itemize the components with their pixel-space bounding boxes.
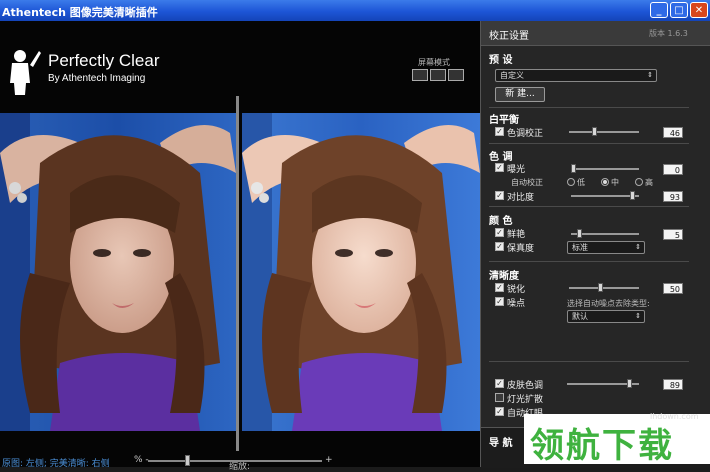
tint-value[interactable]: 46	[663, 127, 683, 138]
sharpen-value[interactable]: 50	[663, 283, 683, 294]
noise-select[interactable]: 默认 ⇕	[567, 310, 645, 323]
status-text: 原图: 左侧; 完美清晰: 右侧	[2, 459, 110, 469]
contrast-label: 对比度	[507, 193, 535, 203]
chevron-updown-icon: ⇕	[635, 243, 641, 251]
vibrancy-label: 鲜艳	[507, 230, 526, 240]
fidelity-checkbox[interactable]: ✓	[495, 242, 504, 251]
tint-checkbox[interactable]: ✓	[495, 127, 504, 136]
brand-name: Perfectly Clear	[48, 51, 160, 70]
maximize-button[interactable]: □	[670, 2, 688, 18]
white-balance-title: 白平衡	[489, 115, 519, 126]
color-title: 颜 色	[489, 216, 513, 227]
noise-checkbox[interactable]: ✓	[495, 297, 504, 306]
divider	[489, 206, 689, 207]
panel-title: 校正设置	[489, 31, 529, 42]
radio-mid-label: 中	[611, 178, 619, 187]
divider	[489, 107, 689, 108]
close-button[interactable]: ✕	[690, 2, 708, 18]
chevron-updown-icon: ⇕	[635, 312, 641, 320]
fidelity-select[interactable]: 标准 ⇕	[567, 241, 645, 254]
skin-tone-checkbox[interactable]: ✓	[495, 379, 504, 388]
vibrancy-value[interactable]: 5	[663, 229, 683, 240]
window-titlebar: Athentech 图像完美清晰插件 _ □ ✕	[0, 0, 710, 21]
vibrancy-slider-thumb[interactable]	[577, 229, 583, 238]
split-divider[interactable]	[236, 96, 239, 451]
radio-high[interactable]	[635, 178, 643, 186]
noise-hint: 选择自动噪点去除类型:	[567, 299, 650, 308]
contrast-slider-thumb[interactable]	[629, 191, 635, 200]
fidelity-label: 保真度	[507, 244, 535, 254]
exposure-checkbox[interactable]: ✓	[495, 163, 504, 172]
tint-slider[interactable]	[569, 131, 639, 133]
light-diffusion-checkbox[interactable]: ✓	[495, 393, 504, 402]
sharpen-checkbox[interactable]: ✓	[495, 283, 504, 292]
skin-tone-label: 皮肤色调	[507, 381, 544, 391]
view-mode-buttons	[412, 69, 464, 81]
tint-label: 色调校正	[507, 129, 544, 139]
exposure-value[interactable]: 0	[663, 164, 683, 175]
radio-low[interactable]	[567, 178, 575, 186]
sharpness-title: 清晰度	[489, 271, 519, 282]
preset-select[interactable]: 自定义 ⇕	[495, 69, 657, 82]
auto-correct-label: 自动校正	[511, 178, 543, 187]
divider	[489, 361, 689, 362]
sharpen-label: 锐化	[507, 285, 526, 295]
skin-tone-value[interactable]: 89	[663, 379, 683, 390]
navigation-title: 导 航	[489, 438, 513, 449]
red-eye-checkbox[interactable]: ✓	[495, 407, 504, 416]
presets-title: 预 设	[489, 55, 513, 66]
original-image	[0, 113, 236, 431]
panel-header: 校正设置 版本 1.6.3	[481, 21, 710, 46]
zoom-out-button[interactable]: % -	[134, 455, 149, 465]
view-split-button[interactable]	[430, 69, 446, 81]
sharpen-slider[interactable]	[569, 287, 639, 289]
zoom-slider[interactable]	[148, 460, 322, 462]
tint-slider-thumb[interactable]	[591, 127, 597, 136]
divider	[489, 261, 689, 262]
vibrancy-checkbox[interactable]: ✓	[495, 228, 504, 237]
sharpen-slider-thumb[interactable]	[598, 283, 604, 292]
skin-tone-slider-thumb[interactable]	[626, 379, 632, 388]
view-side-by-side-button[interactable]	[448, 69, 464, 81]
corrected-image	[242, 113, 480, 431]
divider	[489, 143, 689, 144]
radio-mid[interactable]	[601, 178, 609, 186]
zoom-in-button[interactable]: +	[325, 455, 333, 465]
tone-title: 色 调	[489, 152, 513, 163]
version-label: 版本 1.6.3	[649, 29, 688, 38]
exposure-slider-thumb[interactable]	[571, 164, 576, 173]
correction-panel: 校正设置 版本 1.6.3 预 设 自定义 ⇕ 新 建... 白平衡 ✓ 色调校…	[480, 21, 710, 468]
window-title: Athentech 图像完美清晰插件	[2, 6, 158, 19]
zoom-slider-thumb[interactable]	[185, 455, 191, 466]
brand-header: Perfectly Clear By Athentech Imaging 屏幕模…	[0, 41, 480, 109]
noise-select-value: 默认	[572, 312, 588, 321]
brand-subtitle: By Athentech Imaging	[48, 73, 146, 84]
view-mode-label: 屏幕模式	[418, 58, 450, 67]
athentech-figure-icon	[10, 50, 41, 95]
view-single-button[interactable]	[412, 69, 428, 81]
light-diffusion-label: 灯光扩散	[507, 395, 544, 405]
minimize-button[interactable]: _	[650, 2, 668, 18]
preset-select-value: 自定义	[500, 71, 524, 80]
contrast-value[interactable]: 93	[663, 191, 683, 202]
noise-label: 噪点	[507, 299, 526, 309]
exposure-slider[interactable]	[571, 168, 639, 170]
image-viewer: Perfectly Clear By Athentech Imaging 屏幕模…	[0, 21, 480, 472]
contrast-checkbox[interactable]: ✓	[495, 191, 504, 200]
fidelity-select-value: 标准	[572, 243, 588, 252]
radio-high-label: 高	[645, 178, 653, 187]
chevron-updown-icon: ⇕	[647, 71, 653, 79]
watermark-text: 领航下载	[530, 426, 674, 466]
exposure-label: 曝光	[507, 165, 526, 175]
radio-low-label: 低	[577, 178, 585, 187]
new-preset-button[interactable]: 新 建...	[495, 87, 545, 102]
